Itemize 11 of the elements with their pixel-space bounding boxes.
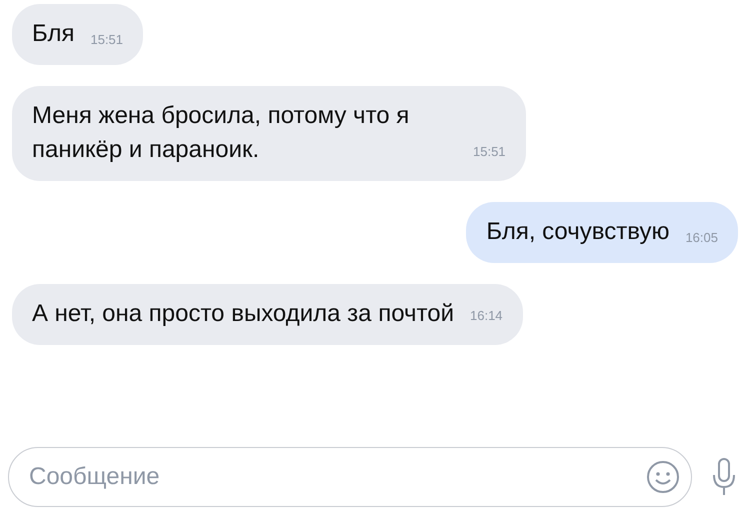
message-text: Меня жена бросила, потому что я паникёр и параноик. [32,101,410,165]
message-time: 15:51 [90,31,124,49]
smiley-icon[interactable] [646,460,680,494]
message-text: Бля [32,19,74,49]
message-text: Бля, сочувствую [486,217,670,247]
message-time: 15:51 [473,143,506,161]
message-text: А нет, она просто выходила за почтой [32,299,454,329]
message-time: 16:14 [470,307,503,325]
message-input-field[interactable]: Сообщение [8,447,692,507]
microphone-icon[interactable] [712,457,736,497]
message-time: 16:05 [685,229,718,247]
